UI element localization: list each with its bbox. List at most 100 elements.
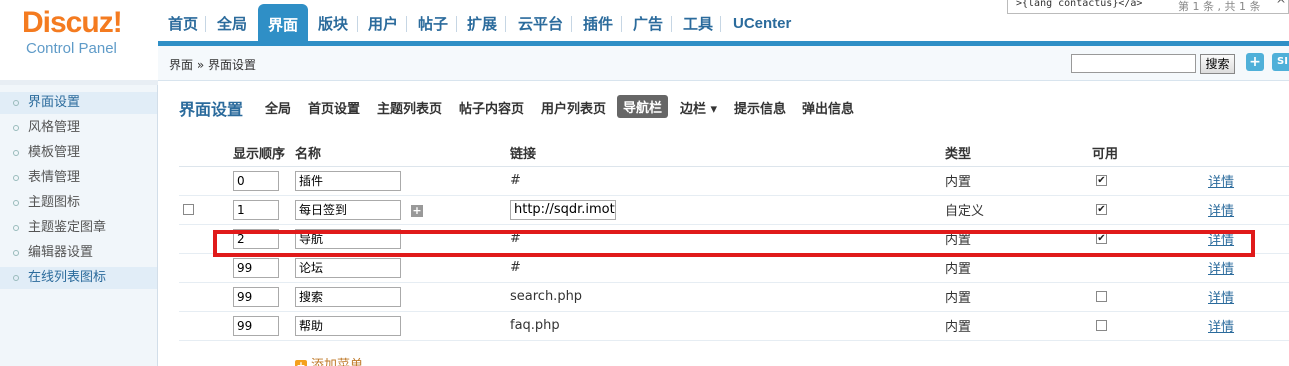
sidebar-item-interface-settings[interactable]: 界面设置 xyxy=(0,92,157,114)
detail-link[interactable]: 详情 xyxy=(1208,204,1234,219)
table-row: faq.php 内置 详情 xyxy=(179,311,1289,341)
sidebar-top-strip xyxy=(0,80,158,85)
top-nav-users[interactable]: 用户 xyxy=(368,12,398,36)
tab-memberlist[interactable]: 用户列表页 xyxy=(541,98,606,117)
order-input[interactable] xyxy=(233,315,279,336)
enabled-checkbox[interactable] xyxy=(1096,291,1107,302)
sub-nav: 界面设置 全局 首页设置 主题列表页 帖子内容页 用户列表页 导航栏 边栏 ▾ … xyxy=(158,82,1289,132)
link-text: # xyxy=(510,260,521,275)
header-order: 显示顺序 xyxy=(233,140,295,167)
row-select-cell xyxy=(179,282,233,312)
tab-index[interactable]: 首页设置 xyxy=(308,98,360,117)
tab-navbar[interactable]: 导航栏 xyxy=(617,95,669,118)
link-text: search.php xyxy=(510,289,583,304)
tab-global[interactable]: 全局 xyxy=(265,98,291,117)
top-nav-global[interactable]: 全局 xyxy=(217,12,247,36)
tab-viewthread[interactable]: 帖子内容页 xyxy=(459,98,524,117)
order-input[interactable] xyxy=(233,257,279,278)
name-input[interactable] xyxy=(295,199,401,220)
order-cell xyxy=(233,282,295,312)
sidebar-item-editor[interactable]: 编辑器设置 xyxy=(0,242,157,264)
find-result-count: 第 1 条 , 共 1 条 xyxy=(1178,0,1261,13)
search-button[interactable]: 搜索 xyxy=(1200,54,1235,74)
breadcrumb-bar: 界面 » 界面设置 搜索 + SI xyxy=(158,46,1289,81)
top-nav-ads[interactable]: 广告 xyxy=(633,12,663,36)
search-input[interactable] xyxy=(1071,54,1196,73)
bullet-icon xyxy=(13,125,19,131)
top-nav-extend[interactable]: 扩展 xyxy=(467,12,497,36)
sidebar-item-online-icons[interactable]: 在线列表图标 xyxy=(0,267,157,289)
link-cell: # xyxy=(510,166,945,196)
type-cell: 内置 xyxy=(945,166,1092,196)
order-input[interactable] xyxy=(233,286,279,307)
header-detail xyxy=(1208,140,1289,167)
row-select-cell xyxy=(179,195,233,225)
enabled-checkbox[interactable] xyxy=(1096,320,1107,331)
order-cell xyxy=(233,195,295,225)
name-input[interactable] xyxy=(295,257,401,278)
order-cell xyxy=(233,253,295,283)
sidebar-item-templates[interactable]: 模板管理 xyxy=(0,142,157,164)
link-cell xyxy=(510,195,945,225)
table-row: + 自定义 ✔ 详情 xyxy=(179,195,1289,225)
bullet-icon xyxy=(13,275,19,281)
order-input[interactable] xyxy=(233,199,279,220)
row-select-cell xyxy=(179,253,233,283)
add-shortcut-icon[interactable]: + xyxy=(1246,53,1264,71)
nav-divider xyxy=(205,16,206,32)
link-cell: # xyxy=(510,253,945,283)
detail-cell: 详情 xyxy=(1208,253,1289,283)
name-input[interactable] xyxy=(295,170,401,191)
sidebar-item-label: 主题鉴定图章 xyxy=(28,220,107,235)
tab-popups[interactable]: 弹出信息 xyxy=(802,98,854,117)
detail-link[interactable]: 详情 xyxy=(1208,175,1234,190)
header-link: 链接 xyxy=(510,140,945,167)
detail-link[interactable]: 详情 xyxy=(1208,291,1234,306)
sidebar-item-stamps[interactable]: 主题鉴定图章 xyxy=(0,217,157,239)
sidebar-item-styles[interactable]: 风格管理 xyxy=(0,117,157,139)
sidebar-item-label: 主题图标 xyxy=(28,195,81,210)
row-select-checkbox[interactable] xyxy=(183,204,194,215)
top-nav-home[interactable]: 首页 xyxy=(168,12,198,36)
sitemap-button[interactable]: SI xyxy=(1272,53,1289,71)
enabled-cell: ✔ xyxy=(1092,166,1208,196)
sidebar-item-smilies[interactable]: 表情管理 xyxy=(0,167,157,189)
tab-forumdisplay[interactable]: 主题列表页 xyxy=(377,98,442,117)
find-prev-icon[interactable]: ^ xyxy=(1276,0,1286,11)
link-cell: search.php xyxy=(510,282,945,312)
top-nav-tools[interactable]: 工具 xyxy=(683,12,713,36)
sidebar-item-label: 模板管理 xyxy=(28,145,81,160)
top-nav-posts[interactable]: 帖子 xyxy=(418,12,448,36)
enabled-checkbox[interactable]: ✔ xyxy=(1096,204,1107,215)
name-input[interactable] xyxy=(295,315,401,336)
tab-prompts[interactable]: 提示信息 xyxy=(734,98,786,117)
add-submenu-icon[interactable]: + xyxy=(411,204,423,217)
sidebar-item-label: 风格管理 xyxy=(28,120,81,135)
detail-link[interactable]: 详情 xyxy=(1208,320,1234,335)
enabled-checkbox[interactable]: ✔ xyxy=(1096,175,1107,186)
find-bar[interactable]: >{lang contactus}</a> 第 1 条 , 共 1 条 ^ xyxy=(1007,0,1289,14)
top-nav-ucenter[interactable]: UCenter xyxy=(733,12,791,36)
link-input[interactable] xyxy=(510,199,616,220)
sidebar-item-thread-icons[interactable]: 主题图标 xyxy=(0,192,157,214)
top-nav-plugins[interactable]: 插件 xyxy=(583,12,613,36)
find-query[interactable]: >{lang contactus}</a> xyxy=(1016,0,1142,9)
add-menu-link[interactable]: + 添加菜单 xyxy=(295,354,363,366)
order-cell xyxy=(233,311,295,341)
name-input[interactable] xyxy=(295,286,401,307)
order-input[interactable] xyxy=(233,170,279,191)
table-row: # 内置 ✔ 详情 xyxy=(179,166,1289,196)
row-select-cell xyxy=(179,166,233,196)
detail-link[interactable]: 详情 xyxy=(1208,262,1234,277)
top-nav-forums[interactable]: 版块 xyxy=(318,12,348,36)
top-nav-interface[interactable]: 界面 xyxy=(258,4,308,44)
name-cell xyxy=(295,253,510,283)
sidebar-item-label: 界面设置 xyxy=(28,95,81,110)
logo[interactable]: Discuz! Control Panel xyxy=(0,0,158,80)
link-cell: faq.php xyxy=(510,311,945,341)
name-cell xyxy=(295,311,510,341)
tab-sidebar[interactable]: 边栏 ▾ xyxy=(680,98,717,117)
nav-divider xyxy=(720,16,721,32)
top-nav-cloud[interactable]: 云平台 xyxy=(518,12,563,36)
breadcrumb: 界面 » 界面设置 xyxy=(169,58,256,72)
